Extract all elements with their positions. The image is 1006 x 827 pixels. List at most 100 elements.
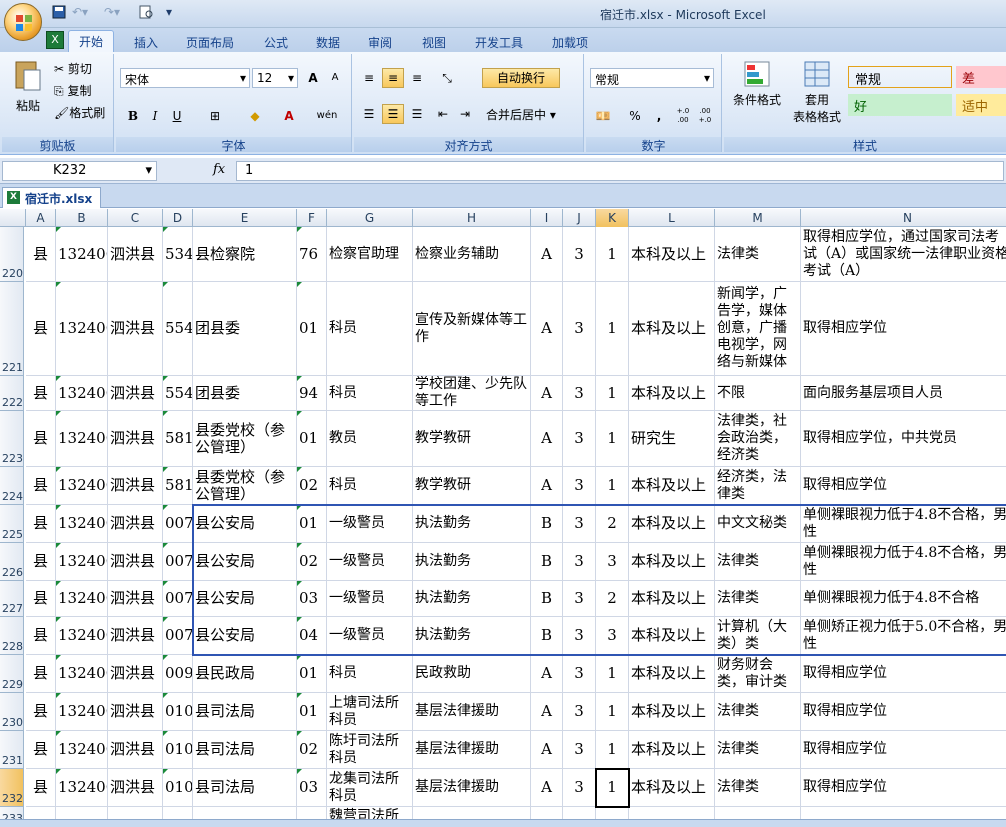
cell-f223[interactable]: 01: [297, 411, 327, 467]
cell-e229[interactable]: 县民政局: [193, 655, 297, 693]
column-header-e[interactable]: E: [193, 209, 297, 227]
tab-home[interactable]: 开始: [68, 30, 115, 52]
bold-button[interactable]: B: [122, 106, 144, 126]
cell-e220[interactable]: 县检察院: [193, 227, 297, 282]
cell-m232[interactable]: 法律类: [715, 769, 801, 807]
cell-c220[interactable]: 泗洪县: [108, 227, 163, 282]
cell-f226[interactable]: 02: [297, 543, 327, 581]
decrease-decimal-button[interactable]: .00 +.0: [694, 106, 716, 126]
tab-addins[interactable]: 加载项: [542, 32, 598, 52]
font-size-select[interactable]: 12 ▾: [252, 68, 298, 88]
borders-icon[interactable]: ⊞: [204, 106, 226, 126]
cell-g229[interactable]: 科员: [327, 655, 413, 693]
cell-n223[interactable]: 取得相应学位，中共党员: [801, 411, 1006, 467]
cell-e225[interactable]: 县公安局: [193, 505, 297, 543]
cell-j232[interactable]: 3: [563, 769, 596, 807]
cell-l231[interactable]: 本科及以上: [629, 731, 715, 769]
column-header-n[interactable]: N: [801, 209, 1006, 227]
fill-color-icon[interactable]: ◆: [244, 106, 266, 126]
cell-e226[interactable]: 县公安局: [193, 543, 297, 581]
cell-g224[interactable]: 科员: [327, 467, 413, 505]
cell-k222[interactable]: 1: [596, 376, 629, 411]
cell-h231[interactable]: 基层法律援助: [413, 731, 531, 769]
cell-l220[interactable]: 本科及以上: [629, 227, 715, 282]
row-header[interactable]: 225: [0, 505, 24, 543]
orientation-icon[interactable]: ⤡: [436, 68, 458, 88]
cell-a222[interactable]: 县: [26, 376, 56, 411]
cell-j225[interactable]: 3: [563, 505, 596, 543]
cell-b224[interactable]: 132400: [56, 467, 108, 505]
cell-a231[interactable]: 县: [26, 731, 56, 769]
cell-i225[interactable]: B: [531, 505, 563, 543]
cell-c223[interactable]: 泗洪县: [108, 411, 163, 467]
cell-m223[interactable]: 法律类，社会政治类，经济类: [715, 411, 801, 467]
align-center-icon[interactable]: ☰: [382, 104, 404, 124]
style-neutral[interactable]: 适中: [956, 94, 1006, 116]
row-header[interactable]: 228: [0, 617, 24, 655]
cell-m229[interactable]: 财务财会类，审计类: [715, 655, 801, 693]
cell-i228[interactable]: B: [531, 617, 563, 655]
column-header-a[interactable]: A: [26, 209, 56, 227]
style-normal[interactable]: 常规: [848, 66, 952, 88]
cell-a221[interactable]: 县: [26, 282, 56, 376]
cell-n226[interactable]: 单侧裸眼视力低于4.8不合格，男性: [801, 543, 1006, 581]
align-bottom-icon[interactable]: ≡: [406, 68, 428, 88]
cell-g226[interactable]: 一级警员: [327, 543, 413, 581]
cell-i232[interactable]: A: [531, 769, 563, 807]
cell-c232[interactable]: 泗洪县: [108, 769, 163, 807]
cell-h228[interactable]: 执法勤务: [413, 617, 531, 655]
cell-h233[interactable]: [413, 807, 531, 819]
row-header[interactable]: 229: [0, 655, 24, 693]
align-middle-icon[interactable]: ≡: [382, 68, 404, 88]
cell-d220[interactable]: 534: [163, 227, 193, 282]
cell-e227[interactable]: 县公安局: [193, 581, 297, 617]
cell-m222[interactable]: 不限: [715, 376, 801, 411]
cell-l229[interactable]: 本科及以上: [629, 655, 715, 693]
cell-j226[interactable]: 3: [563, 543, 596, 581]
office-button[interactable]: [4, 3, 42, 41]
cell-k225[interactable]: 2: [596, 505, 629, 543]
cell-i226[interactable]: B: [531, 543, 563, 581]
cut-button[interactable]: ✂ 剪切: [54, 60, 92, 77]
cell-j233[interactable]: [563, 807, 596, 819]
cell-d224[interactable]: 581: [163, 467, 193, 505]
cell-b226[interactable]: 132400: [56, 543, 108, 581]
cell-h221[interactable]: 宣传及新媒体等工作: [413, 282, 531, 376]
cell-a223[interactable]: 县: [26, 411, 56, 467]
undo-icon[interactable]: ↶▾: [72, 5, 88, 21]
cell-h220[interactable]: 检察业务辅助: [413, 227, 531, 282]
cell-j229[interactable]: 3: [563, 655, 596, 693]
cell-k229[interactable]: 1: [596, 655, 629, 693]
cell-b221[interactable]: 132400: [56, 282, 108, 376]
cell-d229[interactable]: 009: [163, 655, 193, 693]
cell-a228[interactable]: 县: [26, 617, 56, 655]
format-painter-button[interactable]: 🖌格式刷: [54, 104, 105, 121]
font-color-button[interactable]: A: [278, 106, 300, 126]
cell-n222[interactable]: 面向服务基层项目人员: [801, 376, 1006, 411]
cell-c228[interactable]: 泗洪县: [108, 617, 163, 655]
cell-j228[interactable]: 3: [563, 617, 596, 655]
cell-m231[interactable]: 法律类: [715, 731, 801, 769]
tab-page-layout[interactable]: 页面布局: [176, 32, 244, 52]
copy-button[interactable]: ⎘ 复制: [54, 82, 91, 99]
cell-k221[interactable]: 1: [596, 282, 629, 376]
font-name-select[interactable]: 宋体 ▾: [120, 68, 250, 88]
cell-n229[interactable]: 取得相应学位: [801, 655, 1006, 693]
cell-a229[interactable]: 县: [26, 655, 56, 693]
cell-k223[interactable]: 1: [596, 411, 629, 467]
tab-insert[interactable]: 插入: [124, 32, 168, 52]
cell-d230[interactable]: 010: [163, 693, 193, 731]
cell-g233[interactable]: 魏营司法所: [327, 807, 413, 819]
cell-k226[interactable]: 3: [596, 543, 629, 581]
tab-developer[interactable]: 开发工具: [465, 32, 533, 52]
cell-e231[interactable]: 县司法局: [193, 731, 297, 769]
print-preview-icon[interactable]: [138, 5, 154, 21]
phonetic-guide-button[interactable]: wén: [312, 106, 342, 126]
cell-k228[interactable]: 3: [596, 617, 629, 655]
cell-m225[interactable]: 中文文秘类: [715, 505, 801, 543]
cell-e228[interactable]: 县公安局: [193, 617, 297, 655]
cell-h225[interactable]: 执法勤务: [413, 505, 531, 543]
cell-k233[interactable]: [596, 807, 629, 819]
cell-n232[interactable]: 取得相应学位: [801, 769, 1006, 807]
cell-l225[interactable]: 本科及以上: [629, 505, 715, 543]
